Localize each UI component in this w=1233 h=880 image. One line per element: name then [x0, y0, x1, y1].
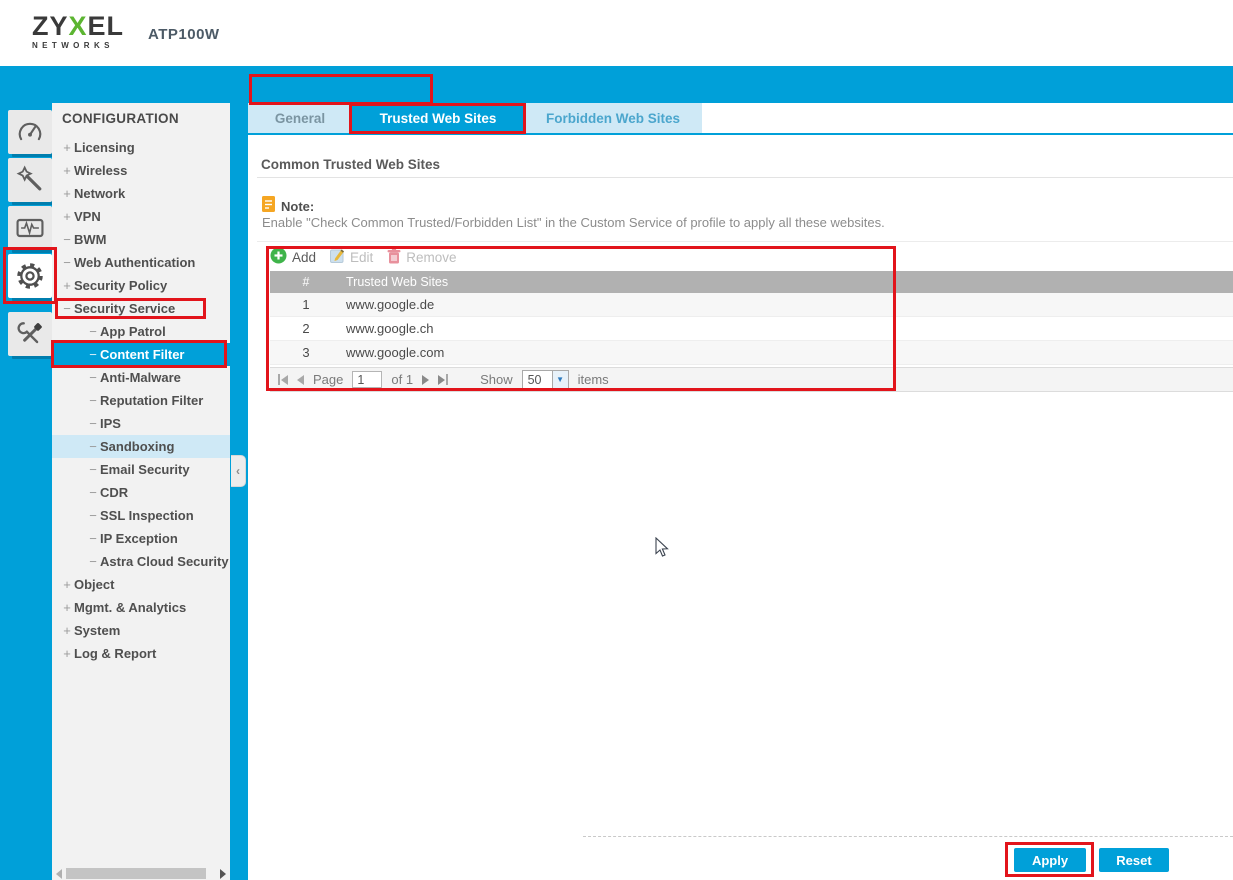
table-header-row: # Trusted Web Sites: [270, 271, 1233, 293]
items-label: items: [578, 372, 609, 387]
sidebar-item-content-filter[interactable]: −Content Filter: [52, 343, 230, 366]
note-header: Note:: [262, 196, 314, 217]
footer-divider: [583, 836, 1233, 837]
icon-rail: [0, 103, 52, 880]
last-page-button[interactable]: [438, 374, 448, 385]
table-row[interactable]: 1 www.google.de: [270, 293, 1233, 317]
note-title: Note:: [281, 199, 314, 214]
sidebar-item-reputation-filter[interactable]: −Reputation Filter: [52, 389, 230, 412]
dropdown-arrow-icon: ▼: [552, 371, 568, 388]
sidebar-item-ssl-inspection[interactable]: −SSL Inspection: [52, 504, 230, 527]
sidebar-item-cdr[interactable]: −CDR: [52, 481, 230, 504]
device-model-label: ATP100W: [148, 26, 220, 43]
first-page-button[interactable]: [278, 374, 288, 385]
main-content: Common Trusted Web Sites Note: Enable "C…: [248, 135, 1233, 880]
sidebar-item-ip-exception[interactable]: −IP Exception: [52, 527, 230, 550]
remove-button[interactable]: Remove: [387, 248, 456, 267]
scroll-right-arrow-icon[interactable]: [220, 869, 226, 879]
sidebar-collapse-handle[interactable]: ‹: [231, 455, 246, 487]
logo-networks-text: NETWORKS: [32, 41, 124, 50]
table-row[interactable]: 3 www.google.com: [270, 341, 1233, 365]
items-per-page-select[interactable]: 50 ▼: [522, 370, 569, 389]
add-plus-icon: [270, 247, 287, 267]
sub-tab-bar: General Trusted Web Sites Forbidden Web …: [248, 103, 702, 133]
prev-page-button[interactable]: [297, 375, 304, 385]
menu-heading: CONFIGURATION: [62, 111, 179, 126]
note-divider: [257, 241, 1233, 242]
add-button[interactable]: Add: [270, 247, 316, 267]
show-label: Show: [480, 372, 513, 387]
monitor-nav-tile[interactable]: [8, 206, 52, 250]
sidebar-item-bwm[interactable]: −BWM: [52, 228, 230, 251]
sidebar-item-log-report[interactable]: +Log & Report: [52, 642, 230, 665]
scroll-left-arrow-icon[interactable]: [56, 869, 62, 879]
apply-button[interactable]: Apply: [1014, 848, 1086, 872]
sidebar-item-licensing[interactable]: +Licensing: [52, 136, 230, 159]
column-header-index: #: [270, 275, 342, 289]
sidebar-item-network[interactable]: +Network: [52, 182, 230, 205]
scrollbar-thumb[interactable]: [66, 868, 206, 879]
gauge-icon: [14, 116, 46, 148]
configuration-nav-tile[interactable]: [8, 254, 52, 298]
note-text: Enable "Check Common Trusted/Forbidden L…: [262, 215, 885, 230]
maintenance-nav-tile[interactable]: [8, 312, 52, 356]
sidebar-item-app-patrol[interactable]: −App Patrol: [52, 320, 230, 343]
tab-forbidden-web-sites[interactable]: Forbidden Web Sites: [524, 103, 702, 133]
table-row[interactable]: 2 www.google.ch: [270, 317, 1233, 341]
main-tab-bar: Web Content Filter DNS Content Filter: [0, 66, 1233, 103]
sidebar-item-security-policy[interactable]: +Security Policy: [52, 274, 230, 297]
sidebar-item-email-security[interactable]: −Email Security: [52, 458, 230, 481]
tab-general[interactable]: General: [248, 103, 352, 133]
sidebar-item-security-service[interactable]: −Security Service: [52, 297, 230, 320]
tools-wrench-icon: [14, 318, 46, 350]
menu-list: +Licensing +Wireless +Network +VPN −BWM …: [52, 136, 230, 665]
table-toolbar: Add Edit Remove: [270, 247, 457, 267]
sidebar-item-astra-cloud-security[interactable]: −Astra Cloud Security: [52, 550, 230, 573]
zyxel-atp100w-admin-ui: ZYXEL NETWORKS ATP100W Web Content Filte…: [0, 0, 1233, 880]
sidebar-item-object[interactable]: +Object: [52, 573, 230, 596]
pagination-bar: Page of 1 Show 50 ▼ items: [270, 367, 1233, 392]
configuration-menu: CONFIGURATION +Licensing +Wireless +Netw…: [52, 103, 230, 880]
edit-button[interactable]: Edit: [330, 248, 373, 266]
sidebar-item-vpn[interactable]: +VPN: [52, 205, 230, 228]
column-header-sites: Trusted Web Sites: [342, 275, 448, 289]
app-header: ZYXEL NETWORKS ATP100W: [0, 0, 1233, 66]
page-number-input[interactable]: [352, 371, 382, 388]
edit-pencil-icon: [330, 248, 345, 266]
menu-horizontal-scrollbar[interactable]: [52, 867, 230, 880]
sidebar-item-anti-malware[interactable]: −Anti-Malware: [52, 366, 230, 389]
next-page-button[interactable]: [422, 375, 429, 385]
gear-icon: [13, 259, 47, 293]
sidebar-blue-strip: [230, 103, 248, 880]
page-label: Page: [313, 372, 343, 387]
tab-trusted-web-sites[interactable]: Trusted Web Sites: [352, 103, 524, 133]
sidebar-item-mgmt-analytics[interactable]: +Mgmt. & Analytics: [52, 596, 230, 619]
zyxel-logo: ZYXEL NETWORKS: [32, 12, 124, 50]
sidebar-item-wireless[interactable]: +Wireless: [52, 159, 230, 182]
logo-x-green: X: [69, 11, 88, 41]
section-title: Common Trusted Web Sites: [261, 157, 440, 172]
sidebar-item-ips[interactable]: −IPS: [52, 412, 230, 435]
of-pages-label: of 1: [391, 372, 413, 387]
magic-wand-icon: [14, 164, 46, 196]
sidebar-item-web-authentication[interactable]: −Web Authentication: [52, 251, 230, 274]
section-divider: [257, 177, 1233, 178]
sidebar-item-sandboxing[interactable]: −Sandboxing: [52, 435, 230, 458]
dashboard-nav-tile[interactable]: [8, 110, 52, 154]
reset-button[interactable]: Reset: [1099, 848, 1169, 872]
note-icon: [262, 196, 275, 217]
trusted-web-sites-table: # Trusted Web Sites 1 www.google.de 2 ww…: [270, 271, 1233, 365]
mouse-cursor: [655, 537, 671, 564]
sidebar-item-system[interactable]: +System: [52, 619, 230, 642]
trash-icon: [387, 248, 401, 267]
monitor-pulse-icon: [14, 212, 46, 244]
wizard-nav-tile[interactable]: [8, 158, 52, 202]
